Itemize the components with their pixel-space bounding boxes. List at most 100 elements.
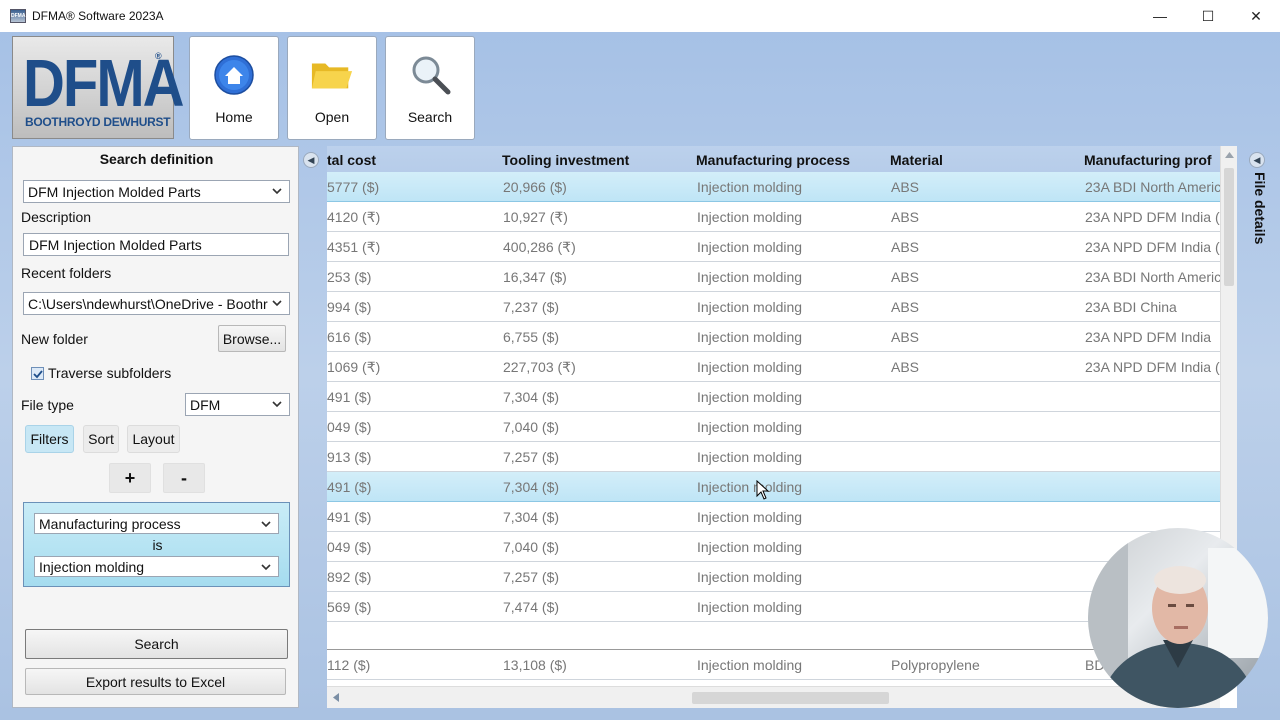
table-cell: 569 ($)	[327, 599, 372, 615]
table-cell: ABS	[891, 299, 920, 315]
expand-file-details-icon[interactable]: ◀	[1249, 152, 1265, 168]
table-row[interactable]	[327, 622, 1220, 650]
new-folder-label: New folder	[21, 331, 88, 347]
tab-sort[interactable]: Sort	[83, 425, 119, 453]
file-type-select[interactable]: DFM	[185, 393, 290, 416]
table-row[interactable]: 5777 ($) 20,966 ($) Injection molding ABS 23…	[327, 172, 1220, 202]
table-row[interactable]: 491 ($) 7,304 ($) Injection molding	[327, 382, 1220, 412]
table-row[interactable]: 913 ($) 7,257 ($) Injection molding	[327, 442, 1220, 472]
column-header-tooling-investment[interactable]: Tooling investment	[502, 152, 629, 168]
table-cell: 23A NPD DFM India (₹	[1085, 209, 1220, 225]
chevron-down-icon	[272, 188, 282, 195]
traverse-subfolders-checkbox[interactable]	[31, 367, 44, 380]
table-cell: Injection molding	[697, 209, 803, 225]
table-cell: 23A NPD DFM India (₹	[1085, 239, 1220, 255]
table-row[interactable]: 491 ($) 7,304 ($) Injection molding	[327, 472, 1220, 502]
export-excel-button[interactable]: Export results to Excel	[25, 668, 286, 695]
table-row[interactable]: 491 ($) 7,304 ($) Injection molding	[327, 502, 1220, 532]
file-type-label: File type	[21, 397, 74, 413]
table-row[interactable]: 049 ($) 7,040 ($) Injection molding	[327, 412, 1220, 442]
table-cell: 7,304 ($)	[503, 479, 560, 495]
tab-filters[interactable]: Filters	[25, 425, 74, 453]
table-row[interactable]: 569 ($) 7,474 ($) Injection molding	[327, 592, 1220, 622]
table-row[interactable]: 112 ($) 13,108 ($) Injection molding Polypr…	[327, 650, 1220, 680]
table-row[interactable]: 253 ($) 16,347 ($) Injection molding ABS 23A…	[327, 262, 1220, 292]
table-cell: 10,927 (₹)	[503, 209, 568, 225]
home-button[interactable]: Home	[189, 36, 279, 140]
table-cell: Injection molding	[697, 179, 803, 195]
search-definition-panel: Search definition DFM Injection Molded P…	[12, 146, 299, 708]
search-toolbar-button[interactable]: Search	[385, 36, 475, 140]
file-details-tab[interactable]: File details	[1248, 172, 1268, 262]
description-label: Description	[21, 209, 92, 225]
browse-button[interactable]: Browse...	[218, 325, 286, 352]
table-cell: 7,040 ($)	[503, 539, 560, 555]
table-cell: 7,237 ($)	[503, 299, 560, 315]
close-button[interactable]: ✕	[1232, 0, 1280, 32]
table-cell: Injection molding	[697, 657, 803, 673]
table-cell: 4120 (₹)	[327, 209, 381, 225]
table-cell: 7,257 ($)	[503, 449, 560, 465]
table-row[interactable]: 616 ($) 6,755 ($) Injection molding ABS 23A …	[327, 322, 1220, 352]
description-input[interactable]: DFM Injection Molded Parts	[23, 233, 289, 256]
search-type-select[interactable]: DFM Injection Molded Parts	[23, 180, 290, 203]
maximize-button[interactable]: ☐	[1184, 0, 1232, 32]
scroll-left-icon[interactable]	[333, 693, 339, 702]
table-cell: 049 ($)	[327, 419, 372, 435]
collapse-left-icon[interactable]: ◀	[303, 152, 319, 168]
table-cell: 400,286 (₹)	[503, 239, 576, 255]
search-toolbar-label: Search	[407, 109, 453, 125]
table-row[interactable]: 049 ($) 7,040 ($) Injection molding	[327, 532, 1220, 562]
horizontal-scrollbar[interactable]	[327, 686, 1220, 708]
table-cell: 7,304 ($)	[503, 509, 560, 525]
table-row[interactable]: 892 ($) 7,257 ($) Injection molding	[327, 562, 1220, 592]
horizontal-scroll-thumb[interactable]	[692, 692, 889, 704]
table-row[interactable]: 1069 (₹) 227,703 (₹) Injection molding ABS 2…	[327, 352, 1220, 382]
filter-field-value: Manufacturing process	[39, 515, 181, 532]
table-cell: ABS	[891, 179, 920, 195]
vertical-scroll-thumb[interactable]	[1224, 168, 1234, 286]
scroll-up-icon[interactable]	[1225, 152, 1234, 158]
table-cell: 913 ($)	[327, 449, 372, 465]
table-row[interactable]: 994 ($) 7,237 ($) Injection molding ABS 23A …	[327, 292, 1220, 322]
table-cell: Polypropylene	[891, 657, 980, 673]
column-header-material[interactable]: Material	[890, 152, 943, 168]
table-cell: 16,347 ($)	[503, 269, 567, 285]
table-cell: 7,040 ($)	[503, 419, 560, 435]
table-row[interactable]: 4120 (₹) 10,927 (₹) Injection molding ABS 23…	[327, 202, 1220, 232]
column-header-manufacturing-profile[interactable]: Manufacturing prof	[1084, 152, 1212, 168]
table-row[interactable]: 4351 (₹) 400,286 (₹) Injection molding ABS 2…	[327, 232, 1220, 262]
open-button[interactable]: Open	[287, 36, 377, 140]
table-cell: Injection molding	[697, 449, 803, 465]
column-header-manufacturing-process[interactable]: Manufacturing process	[696, 152, 850, 168]
minimize-button[interactable]: —	[1136, 0, 1184, 32]
table-cell: Injection molding	[697, 539, 803, 555]
search-button[interactable]: Search	[25, 629, 288, 659]
table-cell: ABS	[891, 329, 920, 345]
add-filter-button[interactable]: +	[109, 463, 151, 493]
table-cell: 1069 (₹)	[327, 359, 381, 375]
chevron-down-icon	[261, 564, 271, 571]
recent-folders-select[interactable]: C:\Users\ndewhurst\OneDrive - Boothroyd	[23, 292, 290, 315]
table-cell: Injection molding	[697, 569, 803, 585]
chevron-down-icon	[261, 521, 271, 528]
recent-folder-value: C:\Users\ndewhurst\OneDrive - Boothroyd	[28, 295, 268, 312]
table-cell: Injection molding	[697, 359, 803, 375]
dfma-logo: DFMA ® BOOTHROYD DEWHURST	[12, 36, 185, 139]
home-icon	[212, 53, 256, 97]
column-header-total-cost[interactable]: tal cost	[327, 152, 376, 168]
filter-field-select[interactable]: Manufacturing process	[34, 513, 279, 534]
home-label: Home	[215, 109, 253, 125]
remove-filter-button[interactable]: -	[163, 463, 205, 493]
file-type-value: DFM	[190, 396, 221, 413]
table-cell: 23A BDI North Americ	[1085, 179, 1220, 195]
table-cell: 227,703 (₹)	[503, 359, 576, 375]
filter-value-select[interactable]: Injection molding	[34, 556, 279, 577]
tab-layout[interactable]: Layout	[127, 425, 180, 453]
grid-header: tal cost Tooling investment Manufacturin…	[327, 146, 1220, 174]
mouse-cursor-icon	[756, 480, 770, 500]
table-cell: Injection molding	[697, 329, 803, 345]
table-cell: ABS	[891, 239, 920, 255]
table-cell: Injection molding	[697, 479, 803, 495]
table-cell: Injection molding	[697, 509, 803, 525]
